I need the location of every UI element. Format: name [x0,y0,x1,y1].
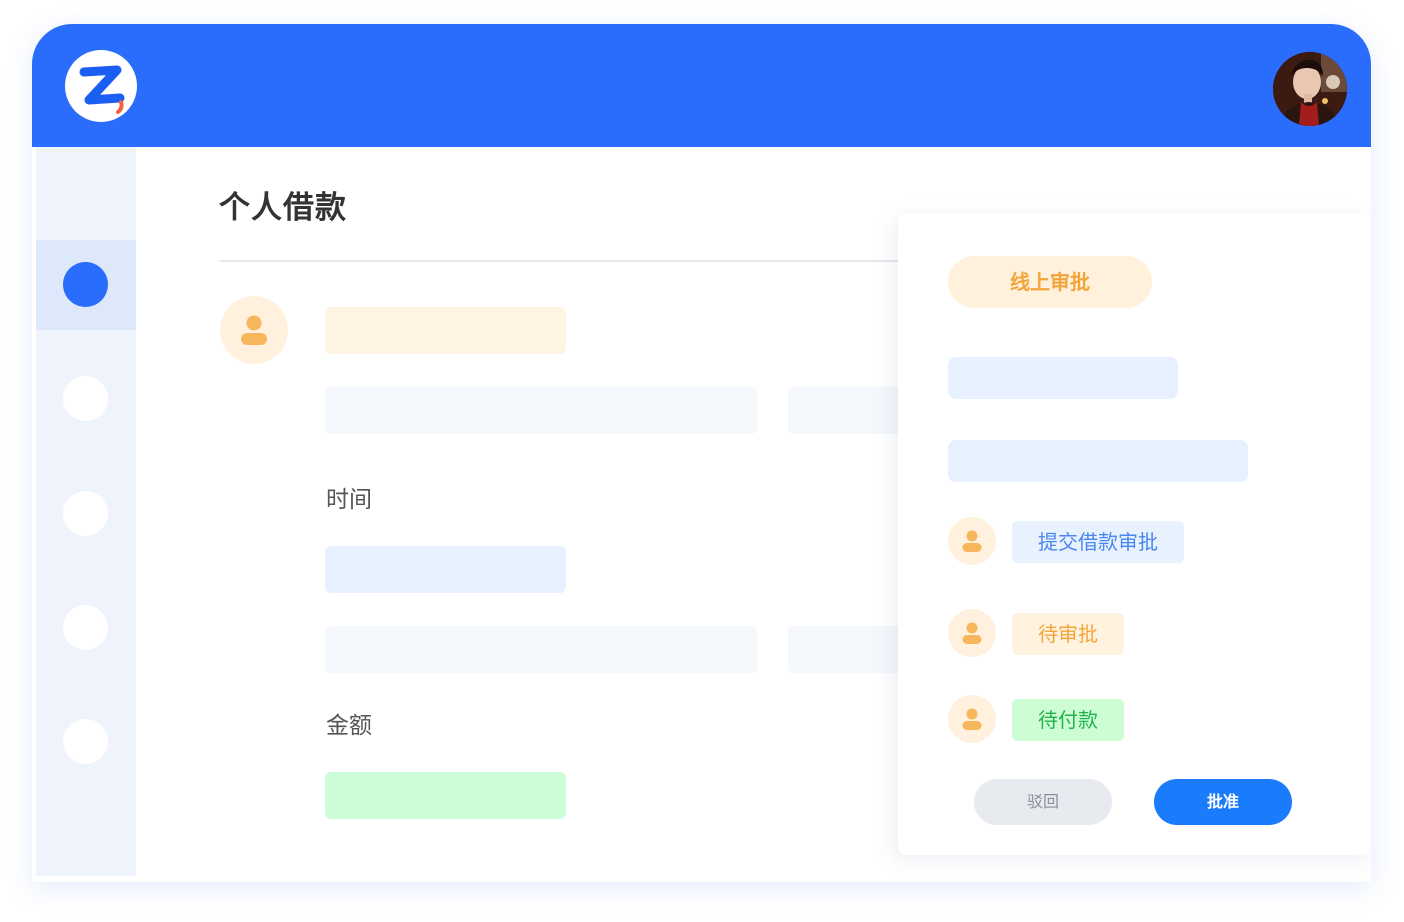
sidebar-item-2[interactable] [63,376,108,421]
user-icon [220,296,288,364]
sidebar-item-3[interactable] [63,491,108,536]
approval-step-3: 待付款 [948,695,1348,743]
top-bar [32,24,1371,147]
approve-button[interactable]: 批准 [1154,779,1292,825]
user-avatar[interactable] [1273,52,1347,126]
amount-field[interactable] [325,772,566,819]
approval-step-2: 待审批 [948,609,1348,657]
user-icon [948,695,996,743]
sidebar-item-4[interactable] [63,605,108,650]
detail-placeholder [325,626,757,673]
sidebar [36,147,136,876]
sidebar-item-1[interactable] [63,262,108,307]
user-icon [948,609,996,657]
sidebar-item-5[interactable] [63,719,108,764]
time-label: 时间 [326,487,372,513]
step-tag-submit: 提交借款审批 [1012,521,1184,563]
user-icon [948,517,996,565]
amount-label: 金额 [326,713,372,739]
step-tag-pending: 待审批 [1012,613,1124,655]
title-divider [220,260,910,262]
approval-step-1: 提交借款审批 [948,517,1348,565]
panel-placeholder-2 [948,440,1248,482]
info-placeholder [325,387,757,434]
approval-panel: 线上审批 提交借款审批 待审批 待付款 驳回 批准 [898,214,1371,855]
reject-button[interactable]: 驳回 [974,779,1112,825]
step-tag-payment: 待付款 [1012,699,1124,741]
app-window: 个人借款 时间 金额 线上审批 提交借款审批 待审批 待付款 驳回 批准 [32,24,1371,882]
page-title: 个人借款 [219,190,347,226]
panel-placeholder-1 [948,357,1178,399]
z-logo-icon[interactable] [65,50,137,122]
time-field[interactable] [325,546,566,593]
status-badge: 线上审批 [948,256,1152,308]
name-placeholder [325,307,566,354]
